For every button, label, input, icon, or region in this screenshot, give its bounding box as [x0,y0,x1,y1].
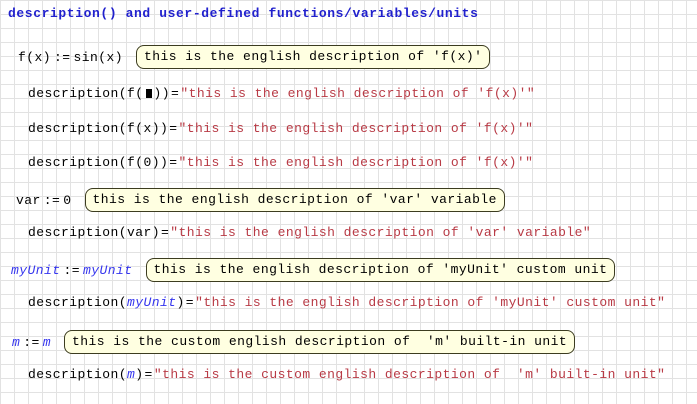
description-f-0-region[interactable]: description(f(0)) = "this is the english… [28,154,533,171]
title-text-region[interactable]: description() and user-defined functions… [8,5,478,22]
assign-operator: := [63,262,81,278]
call-suffix: ) [176,295,185,310]
equals-operator: = [144,367,153,382]
var-def-lhs: var [16,192,41,208]
call-suffix: ) [135,367,144,382]
equals-operator: = [169,155,178,170]
var-description-note[interactable]: this is the english description of 'var'… [84,188,505,212]
call-expression: description(var) [28,225,161,240]
description-m-region[interactable]: description( m ) = "this is the custom e… [28,366,665,383]
m-definition-region[interactable]: m := m this is the custom english descri… [12,330,576,354]
result-string: "this is the english description of 'f(x… [178,121,534,136]
f-description-note[interactable]: this is the english description of 'f(x)… [136,45,491,69]
description-myunit-region[interactable]: description( myUnit ) = "this is the eng… [28,294,665,311]
m-def-lhs: m [12,334,21,350]
myunit-description-note[interactable]: this is the english description of 'myUn… [145,258,616,282]
description-f-placeholder-region[interactable]: description(f( )) = "this is the english… [28,85,535,102]
result-string: "this is the english description of 'f(x… [180,86,536,101]
var-definition-region[interactable]: var := 0 this is the english description… [16,188,505,212]
myunit-def-rhs: myUnit [83,262,133,278]
call-expression: description(f(x)) [28,121,169,136]
equals-operator: = [169,121,178,136]
m-description-note[interactable]: this is the custom english description o… [64,330,576,354]
var-def-rhs: 0 [63,192,72,208]
result-string: "this is the custom english description … [153,367,666,382]
page-title: description() and user-defined functions… [8,6,479,21]
description-f-x-region[interactable]: description(f(x)) = "this is the english… [28,120,533,137]
result-string: "this is the english description of 'var… [170,225,592,240]
f-def-lhs: f(x) [18,49,52,65]
assign-operator: := [54,49,71,65]
call-expression: description(f(0)) [28,155,169,170]
f-definition-region[interactable]: f(x) := sin(x) this is the english descr… [18,45,491,69]
equals-operator: = [185,295,195,310]
assign-operator: := [23,334,40,350]
description-var-region[interactable]: description(var) = "this is the english … [28,224,591,241]
myunit-definition-region[interactable]: myUnit := myUnit this is the english des… [11,258,616,282]
call-suffix: )) [153,86,171,101]
f-def-rhs: sin(x) [73,49,124,65]
assign-operator: := [43,192,61,208]
placeholder-square-icon[interactable] [145,89,152,98]
myunit-def-lhs: myUnit [11,262,61,278]
equals-operator: = [161,225,170,240]
call-prefix: description(f( [28,86,144,101]
result-string: "this is the english description of 'f(x… [178,155,534,170]
m-def-rhs: m [42,334,52,350]
myunit-argument: myUnit [127,295,177,310]
equals-operator: = [171,86,180,101]
mathcad-worksheet: description() and user-defined functions… [0,0,697,404]
call-prefix: description( [28,295,128,310]
call-prefix: description( [28,367,128,382]
result-string: "this is the english description of 'myU… [195,295,666,310]
m-argument: m [127,367,136,382]
